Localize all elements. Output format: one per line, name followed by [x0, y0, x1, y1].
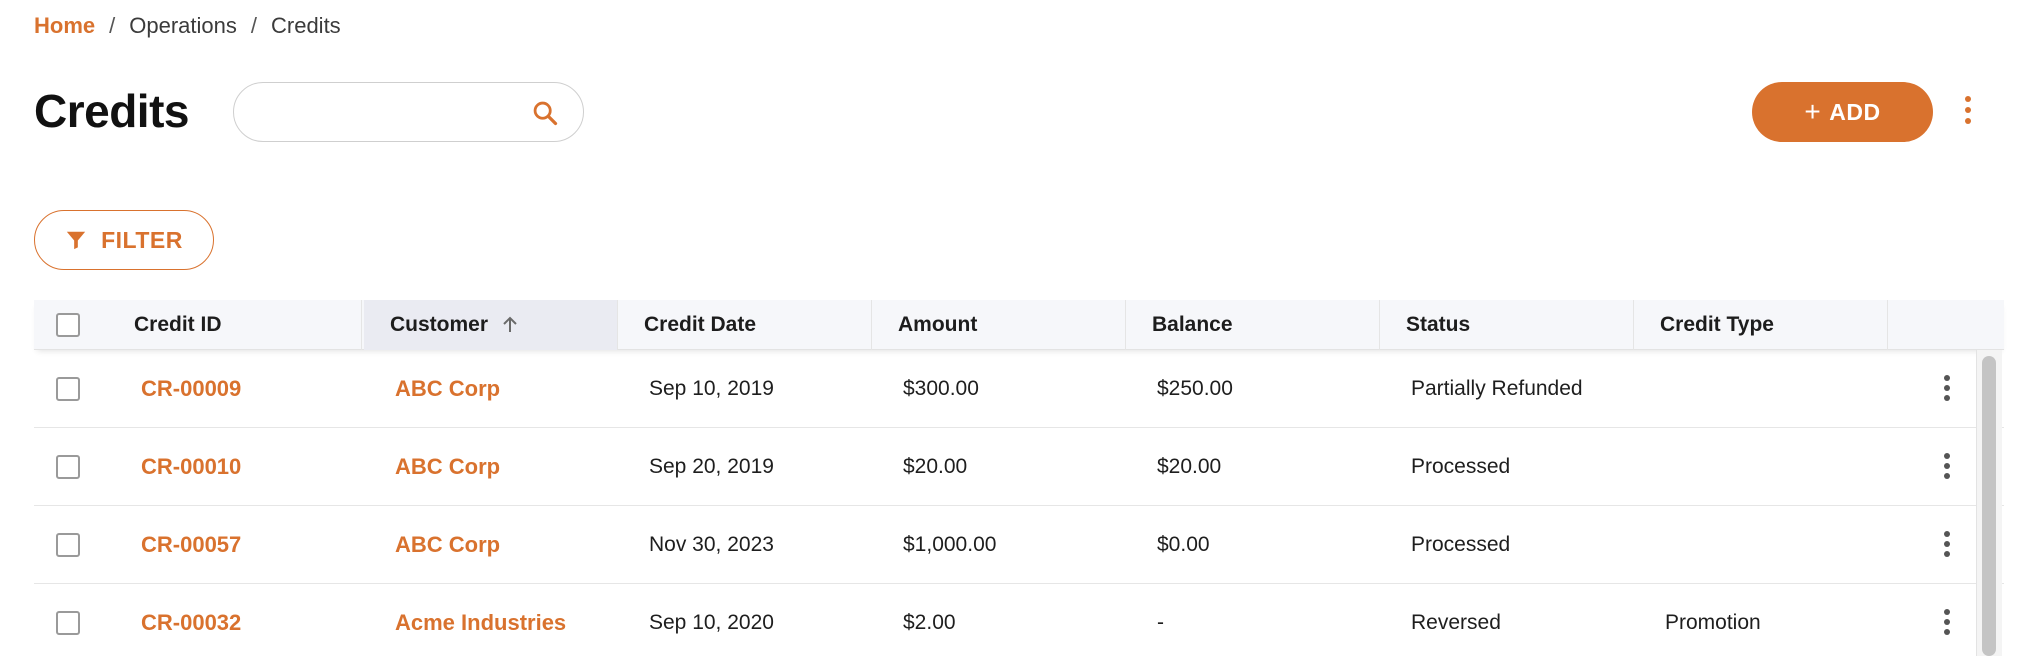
column-header-credit-date[interactable]: Credit Date — [618, 300, 872, 350]
search-box[interactable] — [233, 82, 584, 142]
add-button[interactable]: + ADD — [1752, 82, 1933, 142]
customer-link[interactable]: Acme Industries — [395, 584, 566, 656]
amount-cell: $300.00 — [903, 377, 979, 400]
credit-date-cell: Sep 10, 2019 — [649, 377, 774, 400]
page-more-menu-icon[interactable] — [1960, 96, 1976, 128]
table-row[interactable]: CR-00057 ABC Corp Nov 30, 2023 $1,000.00… — [34, 506, 2004, 584]
amount-cell: $20.00 — [903, 455, 968, 478]
breadcrumb-separator: / — [250, 13, 257, 38]
table-scrollbar[interactable] — [1976, 350, 2002, 656]
row-checkbox[interactable] — [56, 455, 80, 479]
add-button-label: ADD — [1829, 98, 1881, 125]
amount-cell: $2.00 — [903, 611, 956, 634]
column-header-credit-id[interactable]: Credit ID — [108, 300, 362, 350]
filter-button[interactable]: FILTER — [34, 210, 214, 270]
status-cell: Partially Refunded — [1411, 377, 1583, 400]
status-cell: Processed — [1411, 533, 1511, 556]
credit-id-link[interactable]: CR-00032 — [141, 584, 241, 656]
filter-button-label: FILTER — [101, 226, 183, 253]
scrollbar-thumb[interactable] — [1982, 356, 1996, 656]
page-title: Credits — [34, 85, 189, 137]
column-header-status[interactable]: Status — [1380, 300, 1634, 350]
row-checkbox[interactable] — [56, 377, 80, 401]
credit-date-cell: Sep 20, 2019 — [649, 455, 774, 478]
table-row[interactable]: CR-00032 Acme Industries Sep 10, 2020 $2… — [34, 584, 2004, 656]
customer-link[interactable]: ABC Corp — [395, 428, 500, 506]
credit-id-link[interactable]: CR-00010 — [141, 428, 241, 506]
amount-cell: $1,000.00 — [903, 533, 997, 556]
status-cell: Processed — [1411, 455, 1511, 478]
credits-table: Credit ID Customer Credit Date Amount Ba… — [34, 300, 2004, 656]
balance-cell: $250.00 — [1157, 377, 1233, 400]
status-cell: Reversed — [1411, 611, 1501, 634]
balance-cell: $0.00 — [1157, 533, 1210, 556]
row-more-menu-icon[interactable] — [1942, 453, 1952, 481]
customer-link[interactable]: ABC Corp — [395, 350, 500, 428]
row-more-menu-icon[interactable] — [1942, 531, 1952, 559]
search-input[interactable] — [256, 83, 526, 141]
table-row[interactable]: CR-00009 ABC Corp Sep 10, 2019 $300.00 $… — [34, 350, 2004, 428]
table-header: Credit ID Customer Credit Date Amount Ba… — [34, 300, 2004, 350]
search-icon[interactable] — [531, 99, 559, 127]
credit-id-link[interactable]: CR-00009 — [141, 350, 241, 428]
table-row[interactable]: CR-00010 ABC Corp Sep 20, 2019 $20.00 $2… — [34, 428, 2004, 506]
column-header-amount[interactable]: Amount — [872, 300, 1126, 350]
balance-cell: $20.00 — [1157, 455, 1222, 478]
breadcrumb-home-link[interactable]: Home — [34, 13, 95, 39]
breadcrumb-separator: / — [109, 13, 116, 38]
customer-link[interactable]: ABC Corp — [395, 506, 500, 584]
row-checkbox[interactable] — [56, 533, 80, 557]
select-all-checkbox[interactable] — [56, 313, 80, 337]
credit-date-cell: Sep 10, 2020 — [649, 611, 774, 634]
breadcrumb-current: Credits — [271, 13, 341, 38]
funnel-icon — [66, 231, 86, 250]
row-more-menu-icon[interactable] — [1942, 609, 1952, 637]
row-more-menu-icon[interactable] — [1942, 375, 1952, 403]
credit-date-cell: Nov 30, 2023 — [649, 533, 774, 556]
credit-type-cell: Promotion — [1665, 611, 1761, 634]
column-header-customer[interactable]: Customer — [364, 300, 618, 350]
plus-icon: + — [1804, 96, 1822, 127]
breadcrumb-operations-link[interactable]: Operations — [129, 13, 237, 39]
column-header-credit-type[interactable]: Credit Type — [1634, 300, 1888, 350]
column-header-balance[interactable]: Balance — [1126, 300, 1380, 350]
balance-cell: - — [1157, 611, 1164, 634]
credit-id-link[interactable]: CR-00057 — [141, 506, 241, 584]
row-checkbox[interactable] — [56, 611, 80, 635]
arrow-up-icon[interactable] — [500, 315, 520, 335]
breadcrumb: Home / Operations / Credits — [34, 12, 341, 40]
